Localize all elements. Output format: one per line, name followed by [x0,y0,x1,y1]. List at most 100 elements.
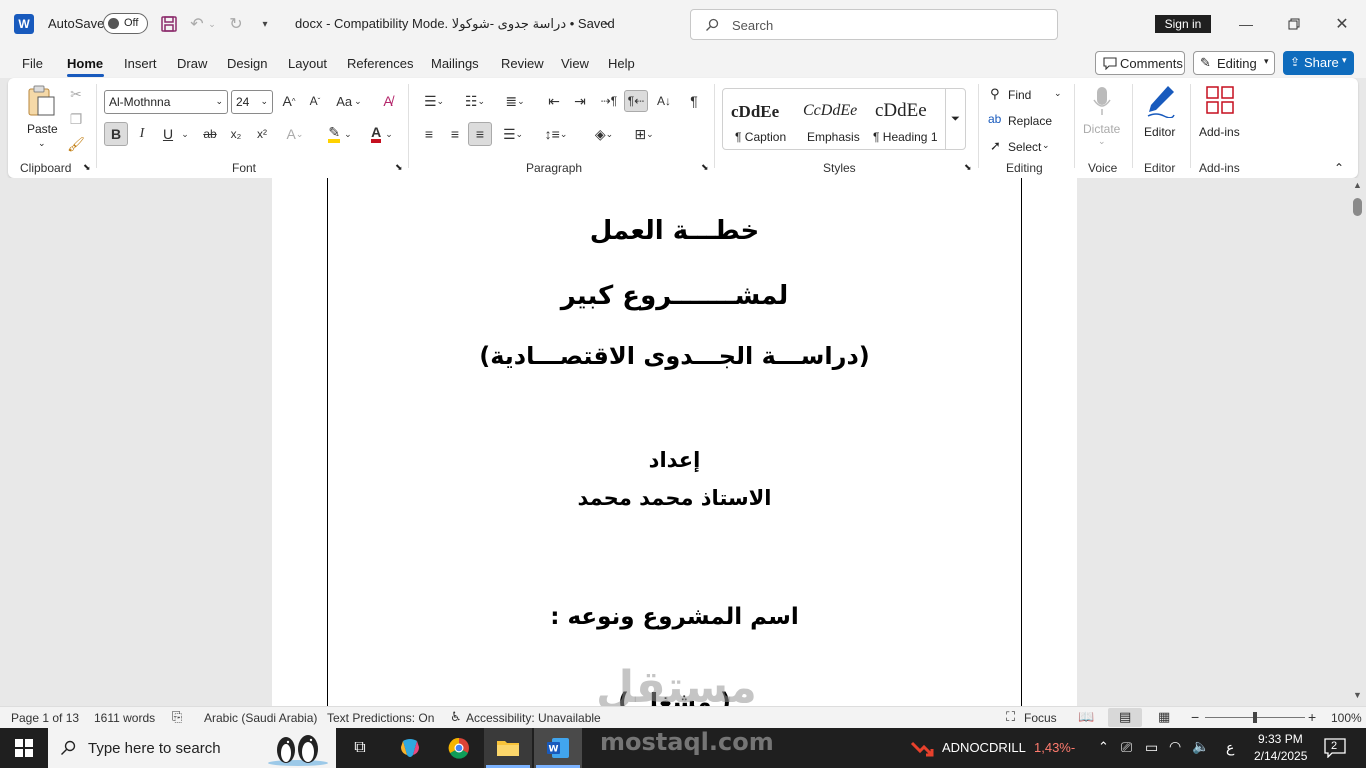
minimize-icon[interactable]: — [1232,12,1260,36]
style-heading1[interactable]: cDdEe ¶ Heading 1 [873,91,943,147]
zoom-out-icon[interactable]: − [1191,709,1199,725]
start-button[interactable] [0,728,48,768]
tab-view[interactable]: View [561,56,589,71]
wifi-icon[interactable]: ◠ [1169,739,1181,753]
tab-mailings[interactable]: Mailings [431,56,479,71]
shading-icon[interactable]: ◈ ⌄ [586,122,622,146]
vertical-scrollbar[interactable]: ▲ ▼ [1350,178,1366,706]
bold-button[interactable]: B [104,122,128,146]
highlight-color-icon[interactable]: ✎ ⌄ [322,122,358,146]
title-chevron-icon[interactable]: ⌄ [602,15,612,27]
print-layout-button[interactable]: ▤ [1108,708,1142,727]
chevron-up-icon[interactable]: ⌃ [1098,740,1109,753]
font-name-combo[interactable]: Al-Mothnna ⌄ [104,90,228,114]
tab-design[interactable]: Design [227,56,267,71]
line-spacing-icon[interactable]: ↕≡ ⌄ [538,122,574,146]
copilot-icon[interactable] [394,728,426,768]
clock-date[interactable]: 2/14/2025 [1254,750,1307,762]
show-formatting-marks-icon[interactable]: ¶ [683,90,705,112]
sign-in-button[interactable]: Sign in [1155,15,1211,33]
align-center-icon[interactable]: ≡ [444,122,466,146]
superscript-icon[interactable]: x² [252,122,272,146]
meet-icon[interactable]: ⎚ [1121,740,1132,754]
restore-icon[interactable] [1280,12,1308,36]
subscript-icon[interactable]: x₂ [226,122,246,146]
zoom-slider-thumb[interactable] [1253,712,1257,723]
clear-formatting-icon[interactable]: A̸ [377,90,399,112]
document-title[interactable]: docx - Compatibility Mode. دراسة جدوى -ش… [295,17,615,30]
font-color-icon[interactable]: A ⌄ [364,122,400,146]
select-button[interactable]: ➚ Select ⌄ [988,138,1068,156]
clipboard-launcher-icon[interactable]: ⬊ [83,163,91,172]
proofing-icon[interactable]: ⎘ [172,709,182,725]
focus-mode-button[interactable]: Focus [1024,711,1057,725]
redo-icon[interactable]: ↻ [226,13,246,35]
align-right-icon[interactable]: ≡ [468,122,492,146]
share-button[interactable]: ⇪ Share ▾ [1283,51,1354,75]
tab-file[interactable]: File [22,56,43,71]
align-left-icon[interactable]: ≡ [418,122,440,146]
word-taskbar-icon[interactable]: W [534,728,582,768]
editing-mode-button[interactable]: ✎ Editing ▾ [1193,51,1275,75]
style-caption[interactable]: cDdEe ¶ Caption [725,91,797,147]
clock-time[interactable]: 9:33 PM [1258,733,1303,745]
page-count[interactable]: Page 1 of 13 [11,711,79,725]
tab-home[interactable]: Home [67,56,103,71]
copy-icon[interactable]: ❐ [66,109,86,129]
accessibility-status[interactable]: Accessibility: Unavailable [466,711,601,725]
decrease-indent-icon[interactable]: ⇤ [543,90,565,112]
addins-button[interactable]: Add-ins [1196,82,1244,152]
customize-qat-icon[interactable]: ▾ [256,13,274,35]
change-case-button[interactable]: Aa ⌄ [334,90,364,112]
editor-button[interactable]: Editor [1138,82,1182,152]
task-view-icon[interactable]: ⧉ [344,728,376,768]
read-mode-icon[interactable]: 📖 [1078,709,1094,725]
bullets-icon[interactable]: ☰ ⌄ [418,90,450,112]
zoom-level[interactable]: 100% [1331,711,1362,725]
styles-launcher-icon[interactable]: ⬊ [964,163,972,172]
rtl-direction-icon[interactable]: ¶⇠ [624,90,648,112]
scroll-down-icon[interactable]: ▼ [1353,691,1362,700]
volume-icon[interactable]: 🔈 [1192,739,1209,753]
underline-button[interactable]: U [158,122,178,146]
battery-icon[interactable]: ▭ [1145,740,1158,754]
tab-review[interactable]: Review [501,56,544,71]
zoom-in-icon[interactable]: + [1308,709,1316,725]
numbering-icon[interactable]: ☷ ⌄ [458,90,492,112]
replace-button[interactable]: ab Replace [988,112,1068,130]
stock-change[interactable]: -1,43% [1034,741,1076,754]
italic-button[interactable]: I [132,122,152,146]
scroll-up-icon[interactable]: ▲ [1353,181,1362,190]
search-box[interactable]: Search [690,9,1058,40]
format-painter-icon[interactable]: 🖌 [66,134,86,154]
word-count[interactable]: 1611 words [94,711,155,725]
undo-dropdown-icon[interactable]: ⌄ [206,13,218,35]
cut-icon[interactable]: ✂ [66,84,86,104]
notifications-button[interactable]: 2 [1324,738,1346,758]
ltr-direction-icon[interactable]: ⇢¶ [598,90,620,112]
scrollbar-thumb[interactable] [1353,198,1362,216]
language-indicator[interactable]: Arabic (Saudi Arabia) [204,711,317,725]
underline-chevron-icon[interactable]: ⌄ [178,122,192,146]
strikethrough-icon[interactable]: ab [198,122,222,146]
stock-widget-icon[interactable] [910,737,934,759]
tab-help[interactable]: Help [608,56,635,71]
document-page[interactable]: خطـــة العمل لمشـــــــروع كبير (دراســـ… [272,178,1077,706]
autosave-toggle[interactable]: Off [103,13,148,34]
shrink-font-icon[interactable]: Aˇ [304,90,326,112]
font-launcher-icon[interactable]: ⬊ [395,163,403,172]
close-icon[interactable]: ✕ [1328,12,1356,36]
paste-button[interactable]: Paste ⌄ [18,82,64,154]
taskbar-search-box[interactable]: Type here to search [48,728,336,768]
text-effects-icon[interactable]: A ⌄ [280,122,310,146]
zoom-slider-track[interactable] [1205,712,1305,723]
font-size-combo[interactable]: 24 ⌄ [231,90,273,114]
dictate-button[interactable]: Dictate ⌄ [1080,82,1124,152]
sort-icon[interactable]: A↓ [653,90,675,112]
chrome-icon[interactable] [443,728,475,768]
justify-icon[interactable]: ☰ ⌄ [496,122,530,146]
stock-name[interactable]: ADNOCDRILL [942,741,1026,754]
find-button[interactable]: ⚲ Find ⌄ [988,86,1068,104]
grow-font-icon[interactable]: A ^ [278,90,300,112]
tab-layout[interactable]: Layout [288,56,327,71]
